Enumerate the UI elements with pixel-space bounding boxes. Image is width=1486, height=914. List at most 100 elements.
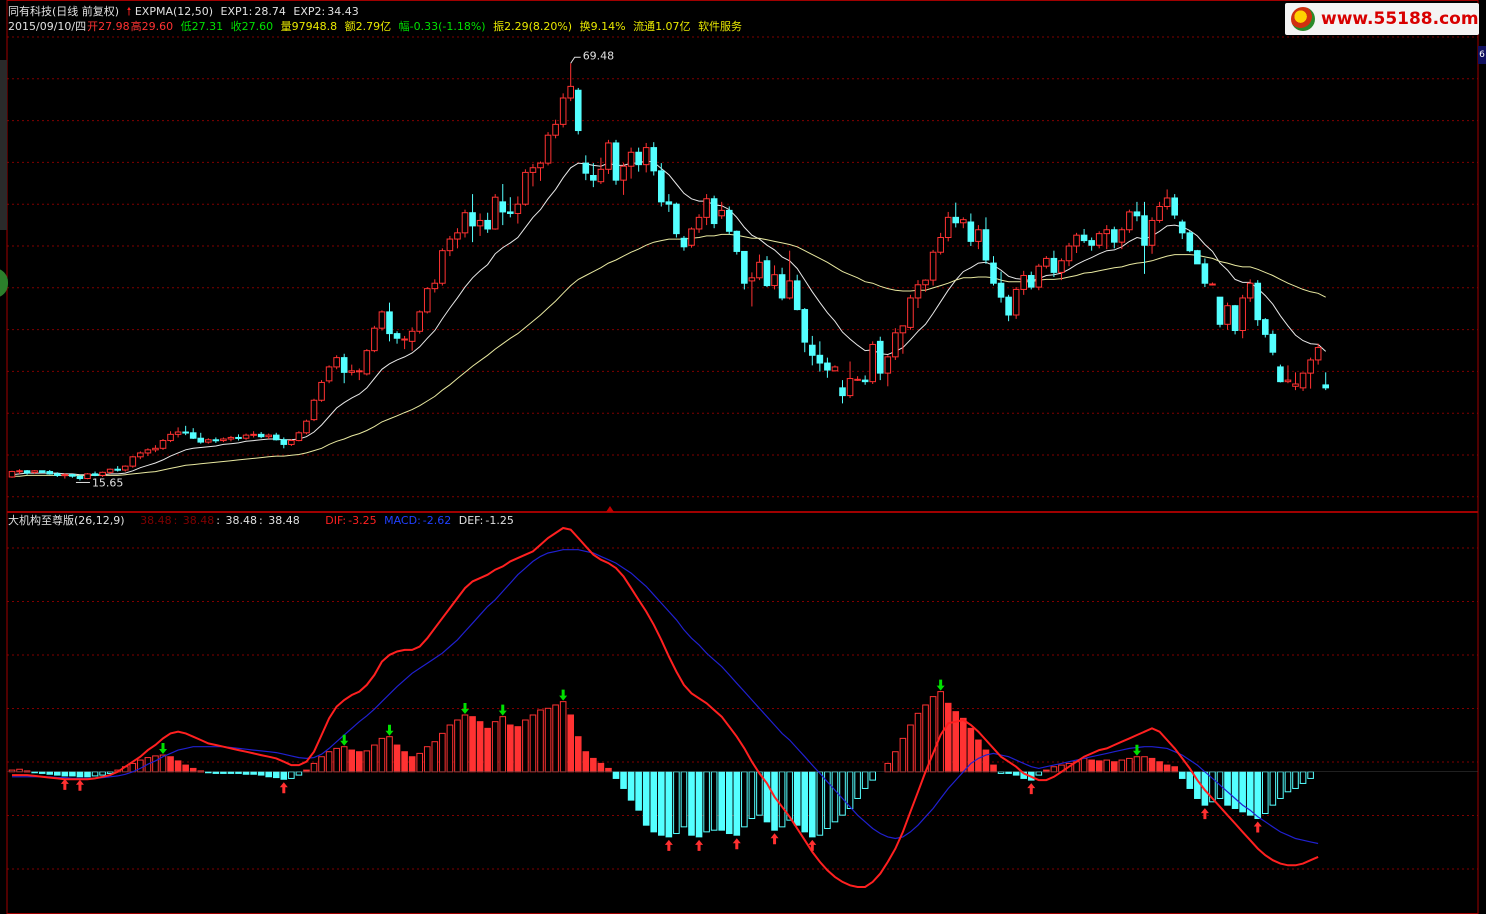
- candle-body-down: [484, 219, 491, 230]
- candle-body-down: [733, 230, 741, 252]
- candle-body-down: [997, 282, 1005, 298]
- candle: [46, 470, 54, 475]
- candle: [960, 217, 967, 229]
- candle-body-down: [612, 142, 620, 181]
- candle-body-up: [975, 229, 982, 242]
- candle-body-up: [892, 332, 899, 358]
- candle: [914, 280, 922, 309]
- candle-body-up: [854, 378, 861, 381]
- candle: [1216, 296, 1224, 328]
- close-value: 27.60: [241, 20, 274, 33]
- macd-label: MACD:: [384, 514, 421, 527]
- lower-indicator-name[interactable]: 大机构至尊版(26,12,9): [8, 514, 125, 527]
- macd-bar-negative: [673, 771, 680, 835]
- lower-value-sep-1: :: [173, 514, 178, 527]
- candle-body-up: [431, 282, 439, 290]
- macd-bar-positive: [559, 701, 567, 773]
- def-label: DEF:: [458, 514, 484, 527]
- candle: [688, 227, 695, 248]
- candle-body-up: [907, 297, 914, 328]
- candle-body-down: [876, 340, 884, 374]
- candle-body-down: [23, 470, 31, 474]
- macd-bar-negative: [809, 771, 816, 838]
- lower-value-3: 38.48: [225, 514, 258, 527]
- divider-marker-icon: [606, 506, 614, 512]
- macd-bar-positive: [363, 750, 371, 773]
- candle-body-up: [1118, 229, 1126, 243]
- macd-bar-negative: [38, 771, 46, 774]
- candle: [816, 341, 824, 372]
- macd-bar-negative: [642, 771, 650, 826]
- candle: [1111, 226, 1118, 249]
- side-tab-strip[interactable]: [0, 60, 7, 230]
- candle-body-down: [725, 209, 733, 232]
- candle: [944, 211, 952, 242]
- indicator-name[interactable]: EXPMA(12,50): [135, 5, 213, 18]
- candle: [537, 161, 544, 181]
- candle: [250, 431, 257, 438]
- amplitude-value: 2.29(8.20%): [504, 20, 573, 33]
- candle: [491, 194, 499, 230]
- candle: [1027, 271, 1035, 290]
- candle-body-down: [1171, 197, 1179, 216]
- candle-body-up: [944, 216, 952, 239]
- macd-bar-positive: [174, 760, 182, 773]
- candle-body-up: [303, 420, 310, 434]
- candle-body-down: [861, 379, 869, 383]
- right-edge-badge[interactable]: 6: [1478, 46, 1486, 64]
- sector-name[interactable]: 软件服务: [698, 20, 742, 33]
- candle: [809, 335, 816, 366]
- macd-bar-positive: [423, 746, 431, 773]
- site-logo[interactable]: www.55188.com: [1285, 3, 1479, 35]
- candle: [582, 155, 590, 181]
- macd-bar-positive: [1043, 769, 1050, 773]
- macd-bar-negative: [1262, 771, 1269, 814]
- candle-body-down: [272, 434, 280, 441]
- candle-body-up: [363, 350, 371, 375]
- macd-bar-positive: [537, 709, 544, 773]
- buy-arrow-icon: [1027, 783, 1036, 795]
- candle-body-up: [529, 167, 537, 173]
- candle-body-down: [197, 437, 205, 443]
- candle: [756, 254, 763, 281]
- candle-body-up: [899, 325, 907, 334]
- candle-body-up: [220, 438, 227, 442]
- candle-body-down: [46, 471, 54, 475]
- close-label: 收: [230, 20, 242, 33]
- candlesticks[interactable]: [8, 63, 1330, 481]
- candle: [786, 250, 793, 300]
- candle-body-down: [650, 147, 658, 172]
- macd-bar-negative: [650, 771, 658, 833]
- macd-bar-positive: [378, 737, 386, 773]
- macd-bar-positive: [567, 714, 575, 773]
- macd-bar-positive: [1141, 756, 1148, 773]
- candle: [1088, 237, 1095, 251]
- stock-name[interactable]: 同有科技(日线 前复权): [8, 5, 119, 18]
- candle-body-down: [665, 201, 673, 205]
- macd-bar-negative: [1254, 771, 1262, 820]
- macd-bar-positive: [499, 716, 507, 773]
- stock-chart[interactable]: 69.48 15.65: [0, 0, 1486, 914]
- candle: [967, 213, 975, 247]
- candle-body-up: [627, 151, 635, 167]
- dif-value: -3.25: [348, 514, 377, 527]
- candle-body-down: [952, 216, 960, 224]
- candle-body-up: [1148, 219, 1156, 246]
- candle: [205, 438, 212, 444]
- candle-body-down: [54, 473, 61, 476]
- candle: [197, 432, 205, 444]
- macd-bar-negative: [84, 771, 91, 778]
- candle-body-down: [1201, 263, 1209, 284]
- candle: [1133, 201, 1141, 222]
- macd-bar-negative: [1005, 771, 1012, 774]
- candle: [854, 376, 861, 381]
- macd-bar-negative: [718, 771, 726, 831]
- macd-bar-positive: [348, 749, 356, 773]
- candle-body-up: [408, 330, 416, 342]
- candle-body-up: [16, 470, 23, 473]
- candle: [771, 265, 778, 290]
- macd-bar-negative: [793, 771, 801, 826]
- candle: [38, 470, 46, 474]
- volume-label: 量: [280, 20, 292, 33]
- candle: [1292, 372, 1299, 391]
